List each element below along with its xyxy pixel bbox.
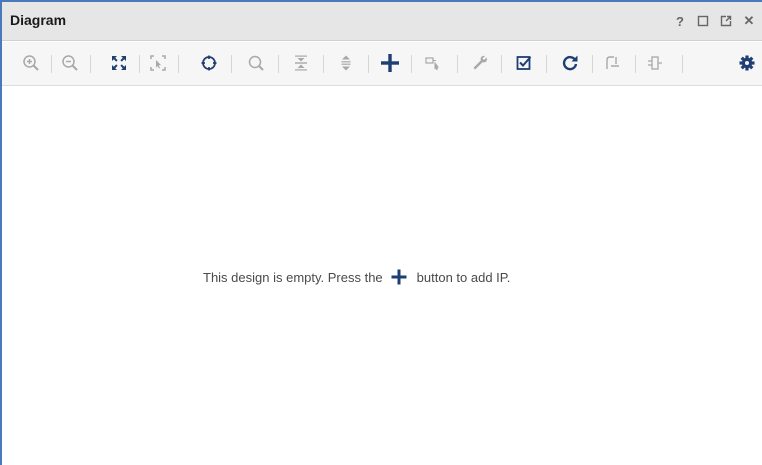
panel-title: Diagram <box>10 12 67 28</box>
empty-message-text-after: button to add IP. <box>416 269 511 285</box>
zoom-in-icon[interactable] <box>18 50 44 76</box>
toolbar-separator <box>368 55 369 73</box>
toolbar-separator <box>635 55 636 73</box>
diagram-canvas[interactable]: This design is empty. Press the button t… <box>2 87 762 465</box>
zoom-out-icon[interactable] <box>57 50 83 76</box>
collapse-icon[interactable] <box>288 50 314 76</box>
zoom-area-icon[interactable] <box>145 50 171 76</box>
toolbar-separator <box>546 55 547 73</box>
float-window-icon[interactable] <box>719 14 733 28</box>
close-icon[interactable]: ✕ <box>742 13 756 28</box>
search-icon[interactable] <box>243 50 269 76</box>
validate-icon[interactable] <box>511 50 537 76</box>
toolbar-separator <box>178 55 179 73</box>
diagram-panel: Diagram ? ✕ This design is empty. Press … <box>0 0 762 465</box>
toolbar-separator <box>231 55 232 73</box>
toolbar-separator <box>592 55 593 73</box>
zoom-fit-icon[interactable] <box>106 50 132 76</box>
help-glyph: ? <box>676 13 684 29</box>
plus-icon <box>391 269 407 285</box>
close-glyph: ✕ <box>743 13 755 28</box>
wrench-icon[interactable] <box>467 50 493 76</box>
refresh-icon[interactable] <box>557 50 583 76</box>
panel-titlebar: Diagram ? ✕ <box>2 2 762 41</box>
toolbar-separator <box>139 55 140 73</box>
toolbar-separator <box>323 55 324 73</box>
toolbar-separator <box>278 55 279 73</box>
toolbar-separator <box>501 55 502 73</box>
add-module-icon[interactable] <box>420 50 446 76</box>
empty-design-message: This design is empty. Press the button t… <box>203 266 510 288</box>
window-controls: ? ✕ <box>673 11 756 31</box>
port-icon[interactable] <box>642 50 668 76</box>
maximize-icon[interactable] <box>696 14 710 28</box>
toolbar-separator <box>51 55 52 73</box>
diagram-toolbar <box>2 42 762 86</box>
connection-icon[interactable] <box>600 50 626 76</box>
empty-message-text-before: This design is empty. Press the <box>203 269 383 285</box>
gear-icon[interactable] <box>734 50 760 76</box>
crosshair-icon[interactable] <box>196 50 222 76</box>
expand-icon[interactable] <box>333 50 359 76</box>
toolbar-separator <box>90 55 91 73</box>
toolbar-separator <box>457 55 458 73</box>
toolbar-separator <box>411 55 412 73</box>
toolbar-separator <box>682 55 683 73</box>
plus-icon[interactable] <box>377 50 403 76</box>
question-icon[interactable]: ? <box>673 13 687 29</box>
